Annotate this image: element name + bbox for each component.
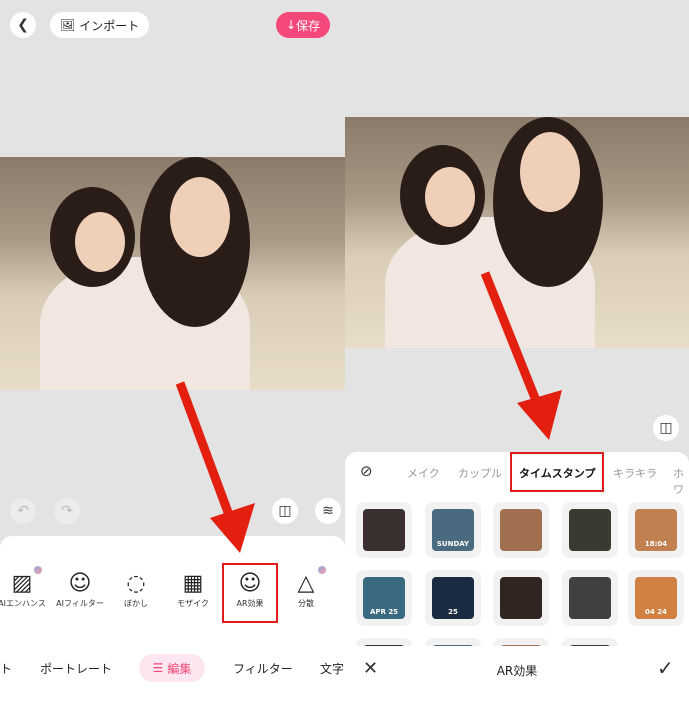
tab-filter[interactable]: フィルター xyxy=(233,660,293,677)
check-icon[interactable]: ✓ xyxy=(657,656,674,680)
red-arrow xyxy=(175,381,255,553)
compare-button[interactable]: ◫ xyxy=(272,498,298,524)
timestamp-thumbnail[interactable] xyxy=(356,502,412,558)
compare-button[interactable]: ◫ xyxy=(653,415,679,441)
highlight-box xyxy=(510,452,604,492)
category-makeup[interactable]: メイク xyxy=(407,465,440,481)
timestamp-thumbnail[interactable]: SUNDAY xyxy=(425,502,481,558)
thumbnail-image: APR 25 xyxy=(363,577,405,619)
ai-enhance-icon: ▨ xyxy=(11,571,33,596)
tool-label: モザイク xyxy=(177,599,209,608)
save-button[interactable]: ↓ 保存 xyxy=(276,12,331,38)
layers-button[interactable]: ≋ xyxy=(315,498,341,524)
disperse-icon: △ xyxy=(297,571,315,596)
new-badge xyxy=(34,566,42,574)
photo xyxy=(0,157,345,390)
none-icon[interactable]: ⊘ xyxy=(360,462,373,480)
thumbnail-image: 18:04 xyxy=(635,509,677,551)
thumbnail-image: 25 xyxy=(432,577,474,619)
back-button[interactable]: ❮ xyxy=(10,12,36,38)
highlight-box xyxy=(222,563,278,623)
thumbnail-image xyxy=(500,509,542,551)
image-icon: 🖼 xyxy=(60,18,76,32)
tool-blur[interactable]: ◌ ぼかし xyxy=(106,570,166,609)
category-couple[interactable]: カップル xyxy=(458,465,502,481)
tab-label: 編集 xyxy=(167,661,192,676)
tab-text[interactable]: 文字 xyxy=(320,660,344,677)
timestamp-thumbnail[interactable]: APR 25 xyxy=(356,570,412,626)
tools-panel xyxy=(0,536,345,708)
import-label: インポート xyxy=(79,18,140,33)
thumbnail-image: 04 24 xyxy=(635,577,677,619)
thumbnail-image xyxy=(363,509,405,551)
thumbnail-image xyxy=(569,577,611,619)
thumbnail-image: SUNDAY xyxy=(432,509,474,551)
right-screen: ◫ ⊘ メイク カップル タイムスタンプ キラキラ ホワ SUNDAY 18:04… xyxy=(345,0,689,708)
thumbnail-image xyxy=(500,577,542,619)
timestamp-thumbnail[interactable]: 04 24 xyxy=(628,570,684,626)
redo-button[interactable]: ↷ xyxy=(54,498,80,524)
ai-filter-icon: ☺ xyxy=(68,571,92,596)
timestamp-thumbnail[interactable] xyxy=(493,570,549,626)
timestamp-thumbnail[interactable] xyxy=(562,502,618,558)
tool-label: 分散 xyxy=(298,599,314,608)
undo-button[interactable]: ↶ xyxy=(10,498,36,524)
tool-label: AIフィルター xyxy=(56,599,104,608)
tool-ai-filter[interactable]: ☺ AIフィルター xyxy=(50,570,110,609)
tab-edit[interactable]: ☰ 編集 xyxy=(139,654,205,682)
tool-label: ぼかし xyxy=(124,599,148,608)
download-icon: ↓ xyxy=(286,18,297,32)
timestamp-thumbnail[interactable] xyxy=(562,570,618,626)
new-badge xyxy=(318,566,326,574)
import-button[interactable]: 🖼 インポート xyxy=(50,12,150,38)
save-label: 保存 xyxy=(296,18,321,33)
mosaic-icon: ▦ xyxy=(182,571,204,596)
tab-prev[interactable]: ト xyxy=(0,660,12,677)
blur-icon: ◌ xyxy=(126,571,146,596)
tool-ai-enhance[interactable]: ▨ AIエンハンス xyxy=(0,570,52,609)
category-sparkle[interactable]: キラキラ xyxy=(613,465,657,481)
category-white[interactable]: ホワ xyxy=(673,465,689,497)
tool-mosaic[interactable]: ▦ モザイク xyxy=(163,570,223,609)
tab-portrait[interactable]: ポートレート xyxy=(40,660,112,677)
sliders-icon: ☰ xyxy=(152,661,164,675)
tool-disperse[interactable]: △ 分散 xyxy=(276,570,336,609)
timestamp-thumbnail[interactable]: 18:04 xyxy=(628,502,684,558)
red-arrow xyxy=(480,271,562,440)
thumbnail-image xyxy=(569,509,611,551)
timestamp-thumbnail[interactable]: 25 xyxy=(425,570,481,626)
tool-label: AIエンハンス xyxy=(0,599,46,608)
panel-title: AR効果 xyxy=(496,664,538,678)
left-screen: ❮ 🖼 インポート ↓ 保存 ↶ ↷ ◫ ≋ ▨ AIエンハンス ☺ AIフィルター ◌… xyxy=(0,0,345,708)
timestamp-thumbnail[interactable] xyxy=(493,502,549,558)
